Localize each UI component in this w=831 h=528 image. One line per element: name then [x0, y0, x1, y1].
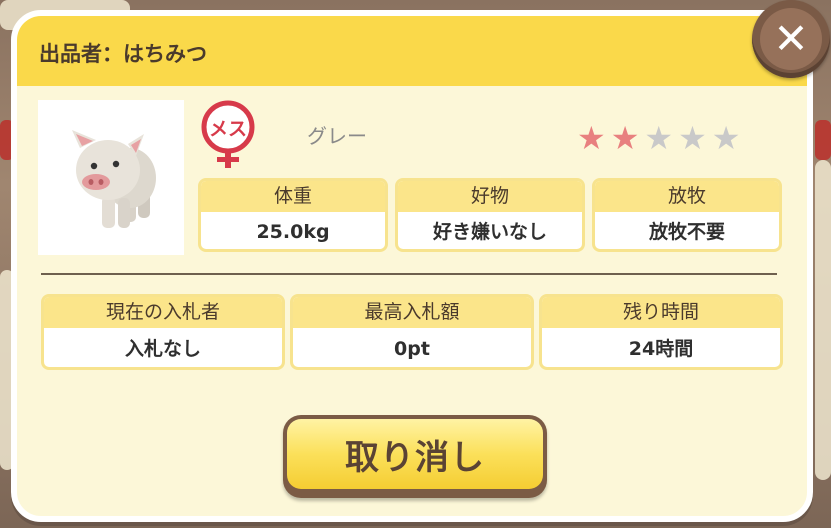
- stat-label: 放牧: [595, 181, 779, 212]
- listing-detail-dialog: 出品者：はちみつ メス グレー ★ ★ ★ ★ ★ 体重 25.0kg 好物 好…: [11, 10, 813, 522]
- stat-value: 放牧不要: [648, 221, 725, 243]
- gender-text: メス: [209, 118, 247, 140]
- close-button[interactable]: ✕: [752, 0, 830, 78]
- stat-weight: 体重 25.0kg: [198, 178, 388, 252]
- pig-color-label: グレー: [307, 124, 367, 148]
- dialog-header: 出品者：はちみつ: [17, 16, 807, 86]
- auction-label: 残り時間: [542, 297, 780, 328]
- star-filled-icon: ★: [577, 119, 606, 157]
- auction-value: 0pt: [394, 338, 430, 360]
- pig-image-frame: [38, 100, 184, 255]
- stat-value: 好き嫌いなし: [432, 221, 547, 243]
- stat-label: 体重: [201, 181, 385, 212]
- auction-label: 最高入札額: [293, 297, 531, 328]
- female-symbol-icon: メス: [198, 100, 258, 170]
- close-x-icon: ✕: [760, 8, 822, 70]
- cancel-button-face[interactable]: 取り消し: [287, 419, 543, 489]
- rating-stars: ★ ★ ★ ★ ★: [577, 122, 740, 154]
- auction-value: 入札なし: [124, 338, 201, 360]
- star-empty-icon: ★: [678, 119, 707, 157]
- auction-value: 24時間: [628, 338, 694, 360]
- background-banner: [815, 120, 831, 160]
- auction-current-bidder: 現在の入札者 入札なし: [41, 294, 285, 370]
- auction-time-remaining: 残り時間 24時間: [539, 294, 783, 370]
- stat-value: 25.0kg: [256, 221, 330, 243]
- stat-favorite-food: 好物 好き嫌いなし: [395, 178, 585, 252]
- star-empty-icon: ★: [644, 119, 674, 157]
- background-card: [815, 160, 831, 480]
- stat-label: 好物: [398, 181, 582, 212]
- star-filled-icon: ★: [610, 119, 640, 157]
- cancel-listing-button[interactable]: 取り消し: [283, 415, 547, 498]
- pig-character-image: [72, 130, 156, 228]
- auction-highest-bid: 最高入札額 0pt: [290, 294, 534, 370]
- cancel-button-label: 取り消し: [345, 437, 485, 478]
- star-empty-icon: ★: [711, 119, 741, 157]
- stat-grazing: 放牧 放牧不要: [592, 178, 782, 252]
- section-divider: [41, 273, 777, 275]
- seller-title: 出品者：はちみつ: [39, 42, 207, 66]
- auction-label: 現在の入札者: [44, 297, 282, 328]
